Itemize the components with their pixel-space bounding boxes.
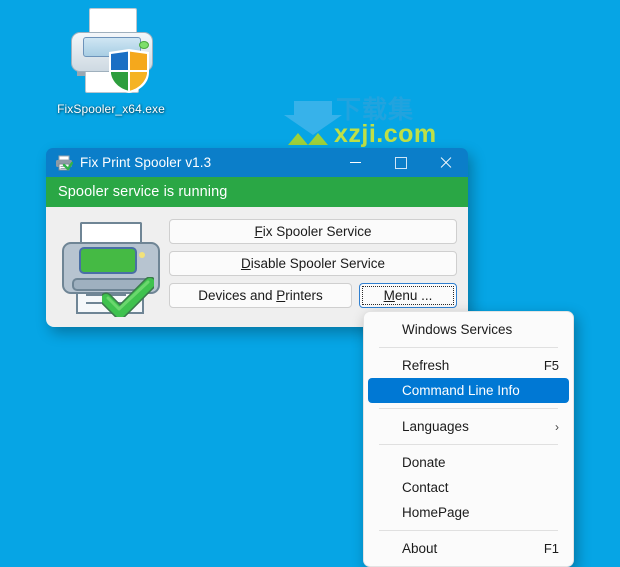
check-mark-icon <box>102 277 154 322</box>
menu-item-about[interactable]: About F1 <box>368 536 569 561</box>
menu-separator <box>379 444 558 445</box>
illustration-screen <box>79 247 137 274</box>
menu-item-label: HomePage <box>402 505 559 520</box>
menu-item-windows-services[interactable]: Windows Services <box>368 317 569 342</box>
devices-label-rest: rinters <box>285 288 323 303</box>
menu-item-label: Contact <box>402 480 559 495</box>
disable-button-label: Disable Spooler Service <box>241 256 385 271</box>
chevron-right-icon: › <box>555 421 559 433</box>
devices-button-label: Devices and Printers <box>198 288 323 303</box>
menu-item-refresh[interactable]: Refresh F5 <box>368 353 569 378</box>
illustration-led <box>139 252 145 258</box>
menu-label-rest: enu ... <box>395 288 433 303</box>
menu-separator <box>379 347 558 348</box>
menu-item-label: Donate <box>402 455 559 470</box>
menu-item-homepage[interactable]: HomePage <box>368 500 569 525</box>
close-button[interactable] <box>423 148 468 177</box>
menu-item-label: About <box>402 541 532 556</box>
fix-label-rest: ix Spooler Service <box>263 224 372 239</box>
fix-spooler-service-button[interactable]: Fix Spooler Service <box>169 219 457 244</box>
window-controls <box>333 148 468 177</box>
windows-shield-icon <box>107 48 151 94</box>
printer-icon <box>55 155 73 171</box>
menu-button-label: Menu ... <box>384 288 433 303</box>
menu-item-label: Windows Services <box>402 322 559 337</box>
menu-item-label: Refresh <box>402 358 532 373</box>
maximize-button[interactable] <box>378 148 423 177</box>
menu-item-contact[interactable]: Contact <box>368 475 569 500</box>
menu-item-donate[interactable]: Donate <box>368 450 569 475</box>
devices-and-printers-button[interactable]: Devices and Printers <box>169 283 352 308</box>
status-bar: Spooler service is running <box>46 177 468 207</box>
fix-button-label: Fix Spooler Service <box>254 224 371 239</box>
menu-button[interactable]: Menu ... <box>359 283 457 308</box>
bottom-button-row: Devices and Printers Menu ... <box>169 283 457 308</box>
desktop-icon-label: FixSpooler_x64.exe <box>46 102 176 117</box>
menu-item-label: Languages <box>402 419 543 434</box>
watermark: 下载集 xzji.com <box>282 97 430 149</box>
window-client-area: Fix Spooler Service Disable Spooler Serv… <box>46 207 468 327</box>
download-arrow-icon <box>282 99 344 152</box>
disable-accel-char: D <box>241 256 251 271</box>
menu-item-command-line-info[interactable]: Command Line Info <box>368 378 569 403</box>
watermark-chinese-text: 下载集 <box>336 97 414 124</box>
context-menu: Windows Services Refresh F5 Command Line In… <box>363 311 574 567</box>
window-title: Fix Print Spooler v1.3 <box>80 155 211 171</box>
status-text: Spooler service is running <box>58 184 227 200</box>
menu-separator <box>379 408 558 409</box>
devices-label-before: Devices and <box>198 288 276 303</box>
button-group: Fix Spooler Service Disable Spooler Serv… <box>169 219 457 308</box>
close-icon <box>439 156 452 169</box>
disable-spooler-service-button[interactable]: Disable Spooler Service <box>169 251 457 276</box>
minimize-button[interactable] <box>333 148 378 177</box>
devices-accel-char: P <box>276 288 285 303</box>
menu-item-languages[interactable]: Languages › <box>368 414 569 439</box>
menu-separator <box>379 530 558 531</box>
minimize-icon <box>350 162 361 163</box>
desktop-icon-fixspooler[interactable]: FixSpooler_x64.exe <box>46 8 176 117</box>
disable-label-rest: isable Spooler Service <box>251 256 385 271</box>
menu-item-shortcut: F5 <box>544 358 559 373</box>
maximize-icon <box>395 157 407 169</box>
printer-check-icon <box>60 222 160 314</box>
title-bar[interactable]: Fix Print Spooler v1.3 <box>46 148 468 177</box>
printer-shield-icon <box>63 8 159 100</box>
app-window: Fix Print Spooler v1.3 Spooler service i… <box>46 148 468 327</box>
fix-accel-char: F <box>254 224 262 239</box>
menu-item-label: Command Line Info <box>402 383 559 398</box>
menu-item-shortcut: F1 <box>544 541 559 556</box>
watermark-url-text: xzji.com <box>334 121 437 148</box>
menu-accel-char: M <box>384 288 395 303</box>
